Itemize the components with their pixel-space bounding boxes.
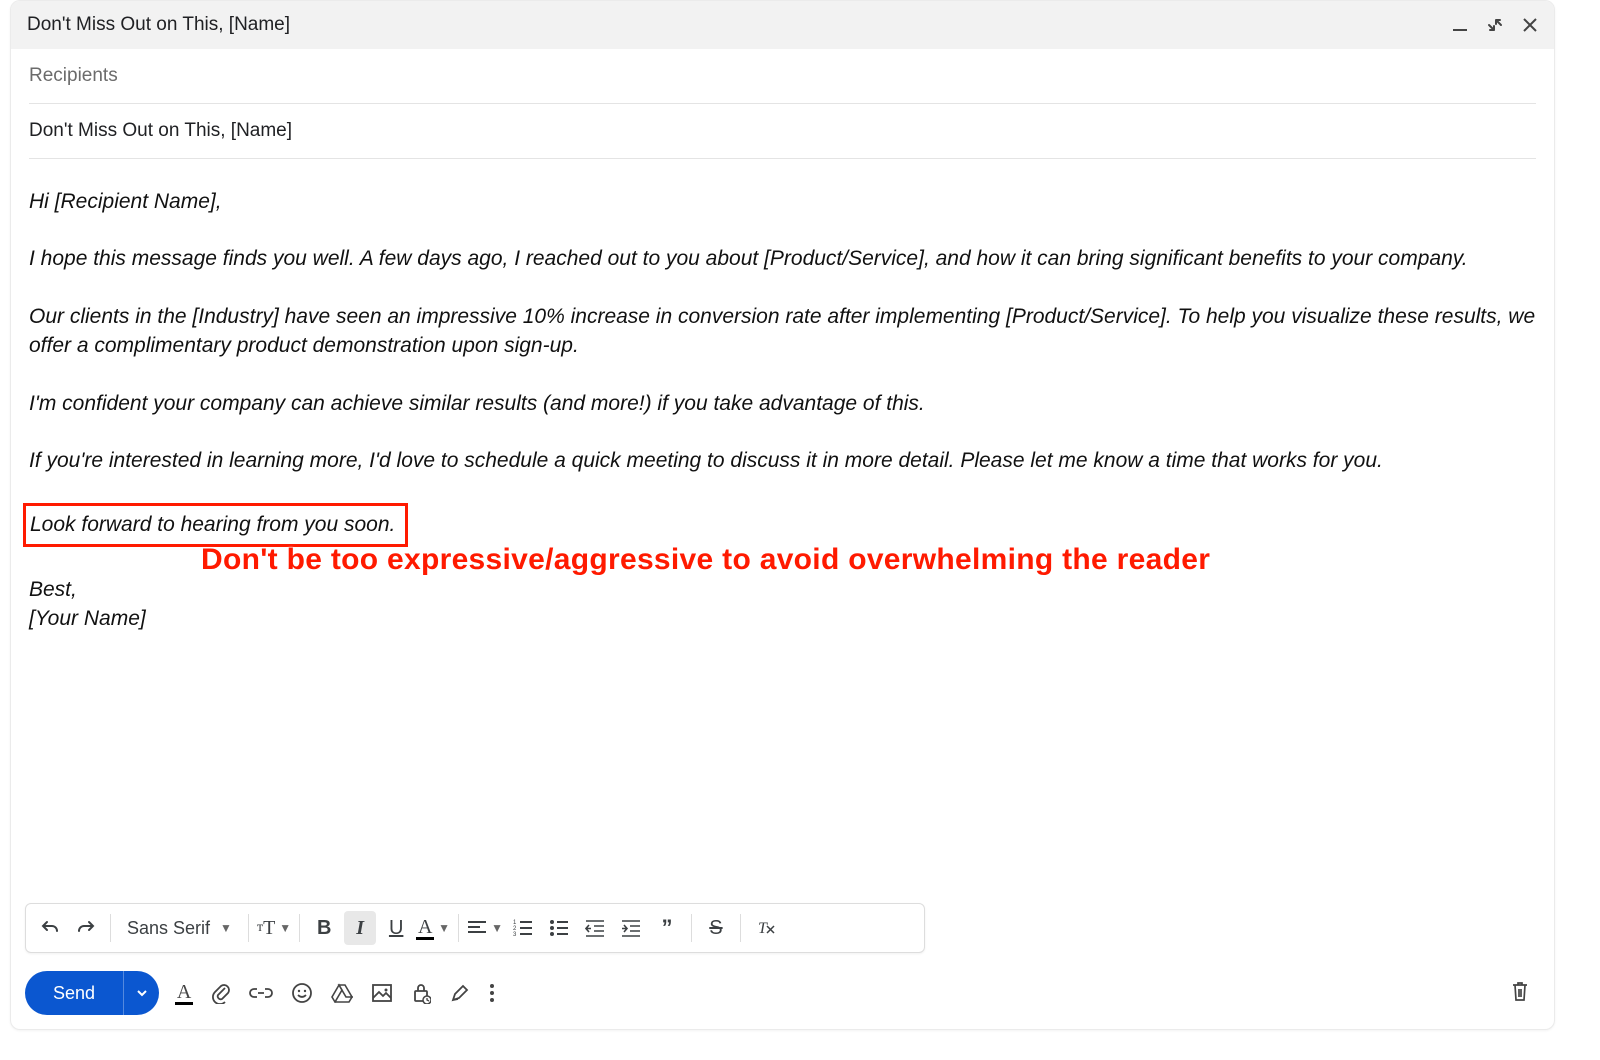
email-compose-window: Don't Miss Out on This, [Name] Recipient…: [10, 0, 1555, 1030]
caret-down-icon: ▼: [438, 921, 450, 935]
strikethrough-button[interactable]: S: [700, 911, 732, 945]
separator: [110, 914, 111, 942]
remove-formatting-button[interactable]: T: [749, 911, 781, 945]
body-greeting: Hi [Recipient Name],: [29, 187, 1536, 216]
email-body[interactable]: Hi [Recipient Name], I hope this message…: [11, 159, 1554, 903]
send-options-button[interactable]: [123, 971, 159, 1015]
compose-header: Don't Miss Out on This, [Name]: [11, 1, 1554, 49]
compose-fields: Recipients Don't Miss Out on This, [Name…: [11, 49, 1554, 159]
window-controls: [1452, 16, 1538, 34]
bold-button[interactable]: B: [308, 911, 340, 945]
quote-button[interactable]: ”: [651, 911, 683, 945]
font-family-select[interactable]: Sans Serif ▼: [119, 918, 240, 939]
body-paragraph-4: If you're interested in learning more, I…: [29, 446, 1536, 475]
recipients-field[interactable]: Recipients: [29, 49, 1536, 104]
insert-photo-icon[interactable]: [371, 983, 393, 1003]
annotation-callout: Don't be too expressive/aggressive to av…: [201, 539, 1210, 581]
undo-button[interactable]: [34, 911, 66, 945]
indent-more-button[interactable]: [615, 911, 647, 945]
drive-icon[interactable]: [331, 983, 353, 1003]
formatting-toggle-button[interactable]: A: [175, 981, 193, 1005]
italic-button[interactable]: I: [344, 911, 376, 945]
body-paragraph-3: I'm confident your company can achieve s…: [29, 389, 1536, 418]
insert-signature-icon[interactable]: [449, 982, 471, 1004]
text-color-button[interactable]: A ▼: [416, 911, 450, 945]
caret-down-icon: ▼: [220, 921, 232, 935]
separator: [458, 914, 459, 942]
body-paragraph-2: Our clients in the [Industry] have seen …: [29, 302, 1536, 361]
bullet-list-button[interactable]: [543, 911, 575, 945]
separator: [691, 914, 692, 942]
close-icon[interactable]: [1522, 17, 1538, 33]
caret-down-icon: ▼: [491, 921, 503, 935]
confidential-mode-icon[interactable]: [411, 982, 431, 1004]
separator: [740, 914, 741, 942]
minimize-icon[interactable]: [1452, 17, 1468, 33]
underline-button[interactable]: U: [380, 911, 412, 945]
font-family-label: Sans Serif: [127, 918, 210, 939]
body-paragraph-1: I hope this message finds you well. A fe…: [29, 244, 1536, 273]
align-button[interactable]: ▼: [467, 911, 503, 945]
restore-icon[interactable]: [1486, 16, 1504, 34]
discard-draft-icon[interactable]: [1510, 980, 1530, 1007]
more-options-icon[interactable]: [489, 983, 495, 1003]
redo-button[interactable]: [70, 911, 102, 945]
indent-less-button[interactable]: [579, 911, 611, 945]
compose-title: Don't Miss Out on This, [Name]: [27, 14, 1452, 36]
numbered-list-button[interactable]: 123: [507, 911, 539, 945]
emoji-icon[interactable]: [291, 982, 313, 1004]
separator: [248, 914, 249, 942]
attach-file-icon[interactable]: [211, 982, 231, 1004]
svg-text:3: 3: [513, 932, 517, 937]
send-button-group: Send: [25, 971, 159, 1015]
compose-action-icons: A: [175, 981, 495, 1005]
svg-text:T: T: [758, 920, 768, 937]
subject-field[interactable]: Don't Miss Out on This, [Name]: [29, 104, 1536, 159]
format-toolbar: Sans Serif ▼ тT▼ B I U A ▼ ▼ 123: [25, 903, 925, 953]
font-size-button[interactable]: тT▼: [257, 911, 291, 945]
separator: [299, 914, 300, 942]
caret-down-icon: ▼: [279, 921, 291, 936]
insert-link-icon[interactable]: [249, 986, 273, 1000]
send-button[interactable]: Send: [25, 971, 123, 1015]
body-signature: [Your Name]: [29, 604, 1536, 633]
action-bar: Send A: [11, 965, 1554, 1029]
